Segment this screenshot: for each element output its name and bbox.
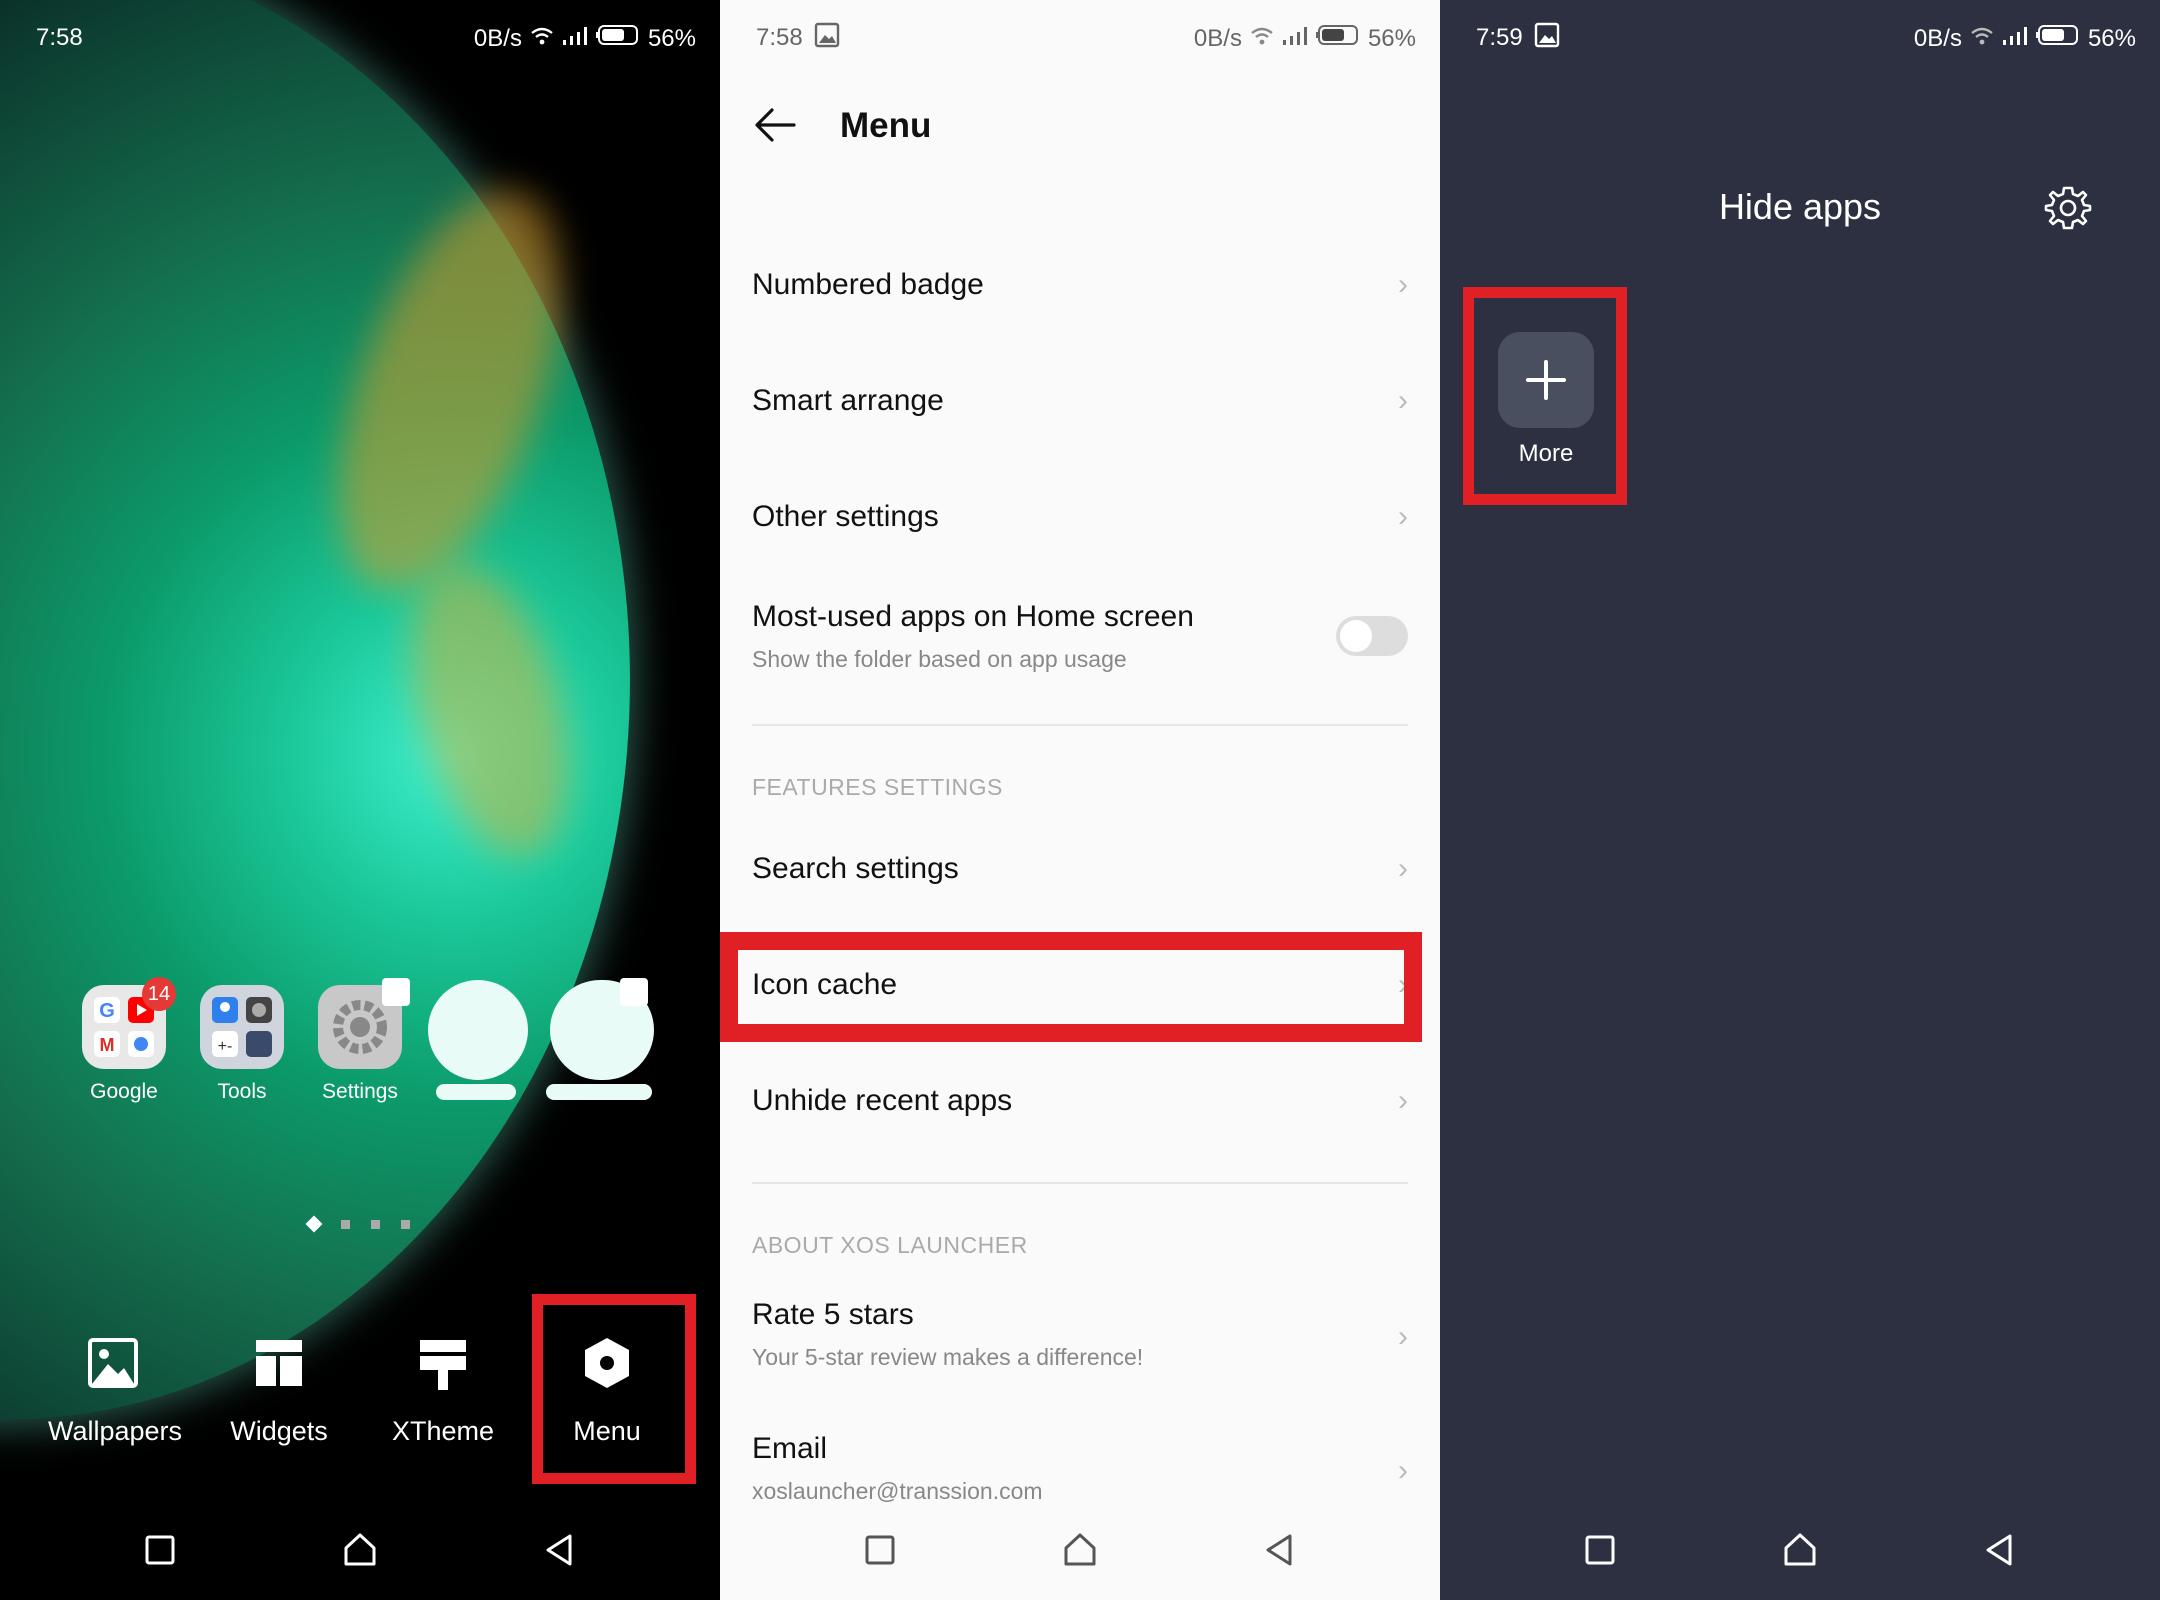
wallpaper-icon[interactable] — [88, 1338, 138, 1393]
image-notification-icon — [1534, 22, 1560, 55]
signal-icon — [562, 25, 588, 53]
menu-item-email[interactable]: Email xoslauncher@transsion.com › — [752, 1432, 1408, 1505]
svg-text:+-: +- — [218, 1038, 233, 1055]
chevron-right-icon: › — [1398, 268, 1408, 301]
menu-item-search-settings[interactable]: Search settings › — [752, 852, 1408, 886]
dock-label-xtheme[interactable]: XTheme — [363, 1416, 523, 1447]
menu-item-label: Smart arrange — [752, 384, 944, 417]
highlight-menu — [532, 1294, 696, 1484]
network-speed: 0B/s — [473, 24, 522, 52]
menu-item-smart-arrange[interactable]: Smart arrange › — [752, 384, 1408, 418]
signal-icon — [1282, 25, 1308, 53]
status-bar: 7:59 0B/s 56% — [1440, 0, 2160, 72]
app-label-settings: Settings — [322, 1080, 398, 1103]
battery-percent: 56% — [1367, 24, 1416, 52]
menu-item-numbered-badge[interactable]: Numbered badge › — [752, 268, 1408, 302]
redacted-app-icon[interactable] — [428, 980, 528, 1080]
page-title: Menu — [840, 106, 932, 145]
image-notification-icon — [814, 22, 840, 55]
wifi-icon — [530, 25, 554, 53]
menu-item-label: Search settings — [752, 852, 959, 885]
hide-apps-panel: 7:59 0B/s 56% Hide apps More — [1440, 0, 2160, 1600]
app-label-tools: Tools — [217, 1080, 267, 1103]
dock-label-widgets[interactable]: Widgets — [199, 1416, 359, 1447]
recents-square-icon[interactable] — [1570, 1520, 1630, 1580]
chevron-right-icon: › — [1398, 384, 1408, 417]
section-header-features: FEATURES SETTINGS — [752, 774, 1003, 800]
app-corner-marker — [620, 978, 648, 1006]
battery-icon — [595, 24, 640, 53]
network-speed: 0B/s — [1193, 24, 1242, 52]
wifi-icon — [1970, 25, 1994, 53]
app-corner-marker — [382, 978, 410, 1006]
status-bar: 7:58 0B/s 56% — [720, 0, 1440, 72]
chevron-right-icon: › — [1398, 1084, 1408, 1117]
network-speed: 0B/s — [1913, 24, 1962, 52]
page-indicator-dot — [341, 1220, 350, 1229]
notification-badge: 14 — [142, 977, 176, 1011]
menu-item-unhide-recent[interactable]: Unhide recent apps › — [752, 1084, 1408, 1118]
signal-icon — [2002, 25, 2028, 53]
svg-text:M: M — [100, 1035, 115, 1055]
redacted-app-label — [436, 1084, 516, 1100]
menu-item-label: Rate 5 stars — [752, 1298, 914, 1331]
chevron-right-icon: › — [1398, 852, 1408, 885]
most-used-toggle[interactable] — [1336, 616, 1408, 656]
dock-label-wallpapers[interactable]: Wallpapers — [35, 1416, 195, 1447]
battery-percent: 56% — [2087, 24, 2136, 52]
chevron-right-icon: › — [1398, 500, 1408, 533]
highlight-more — [1463, 287, 1627, 505]
page-indicator-dot — [371, 1220, 380, 1229]
home-screen-panel: 7:58 0B/s 56% G M 14 Google +- Tools Set… — [0, 0, 720, 1600]
status-bar: 7:58 0B/s 56% — [0, 0, 720, 72]
status-time: 7:58 — [36, 24, 83, 51]
svg-text:G: G — [99, 1000, 115, 1022]
home-icon[interactable] — [1050, 1520, 1110, 1580]
section-header-about: ABOUT XOS LAUNCHER — [752, 1232, 1028, 1258]
widgets-icon[interactable] — [254, 1338, 304, 1393]
app-label-google: Google — [90, 1080, 158, 1103]
recents-square-icon[interactable] — [130, 1520, 190, 1580]
menu-item-label: Numbered badge — [752, 268, 984, 301]
menu-item-label: Unhide recent apps — [752, 1084, 1013, 1117]
menu-item-label: Email — [752, 1432, 828, 1465]
menu-settings-panel: 7:58 0B/s 56% Menu Numbered badge › Smar… — [720, 0, 1440, 1600]
back-triangle-icon[interactable] — [530, 1520, 590, 1580]
redacted-app-label — [546, 1084, 652, 1100]
status-time: 7:58 — [756, 24, 803, 51]
divider — [752, 724, 1408, 726]
recents-square-icon[interactable] — [850, 1520, 910, 1580]
gear-icon[interactable] — [2044, 184, 2092, 237]
menu-item-most-used-apps[interactable]: Most-used apps on Home screen Show the f… — [752, 600, 1408, 673]
menu-item-label: Other settings — [752, 500, 939, 533]
page-indicator-dot — [401, 1220, 410, 1229]
battery-icon — [1315, 24, 1360, 53]
menu-item-other-settings[interactable]: Other settings › — [752, 500, 1408, 534]
wifi-icon — [1250, 25, 1274, 53]
menu-item-rate[interactable]: Rate 5 stars Your 5-star review makes a … — [752, 1298, 1408, 1371]
menu-item-label: Most-used apps on Home screen — [752, 600, 1194, 633]
navigation-bar — [0, 1500, 720, 1600]
chevron-right-icon: › — [1398, 1320, 1408, 1353]
home-icon[interactable] — [1770, 1520, 1830, 1580]
home-icon[interactable] — [330, 1520, 390, 1580]
navigation-bar — [1440, 1500, 2160, 1600]
back-triangle-icon[interactable] — [1970, 1520, 2030, 1580]
back-triangle-icon[interactable] — [1250, 1520, 1310, 1580]
back-arrow-icon[interactable] — [752, 102, 798, 153]
status-time: 7:59 — [1476, 24, 1523, 51]
menu-item-subtitle: Show the folder based on app usage — [752, 646, 1127, 672]
xtheme-icon[interactable] — [418, 1338, 468, 1397]
tools-folder-icon[interactable]: +- — [200, 985, 284, 1069]
chevron-right-icon: › — [1398, 1454, 1408, 1487]
navigation-bar — [720, 1500, 1440, 1600]
menu-item-subtitle: Your 5-star review makes a difference! — [752, 1344, 1144, 1370]
battery-percent: 56% — [647, 24, 696, 52]
battery-icon — [2035, 24, 2080, 53]
divider — [752, 1182, 1408, 1184]
highlight-icon-cache — [720, 932, 1422, 1042]
